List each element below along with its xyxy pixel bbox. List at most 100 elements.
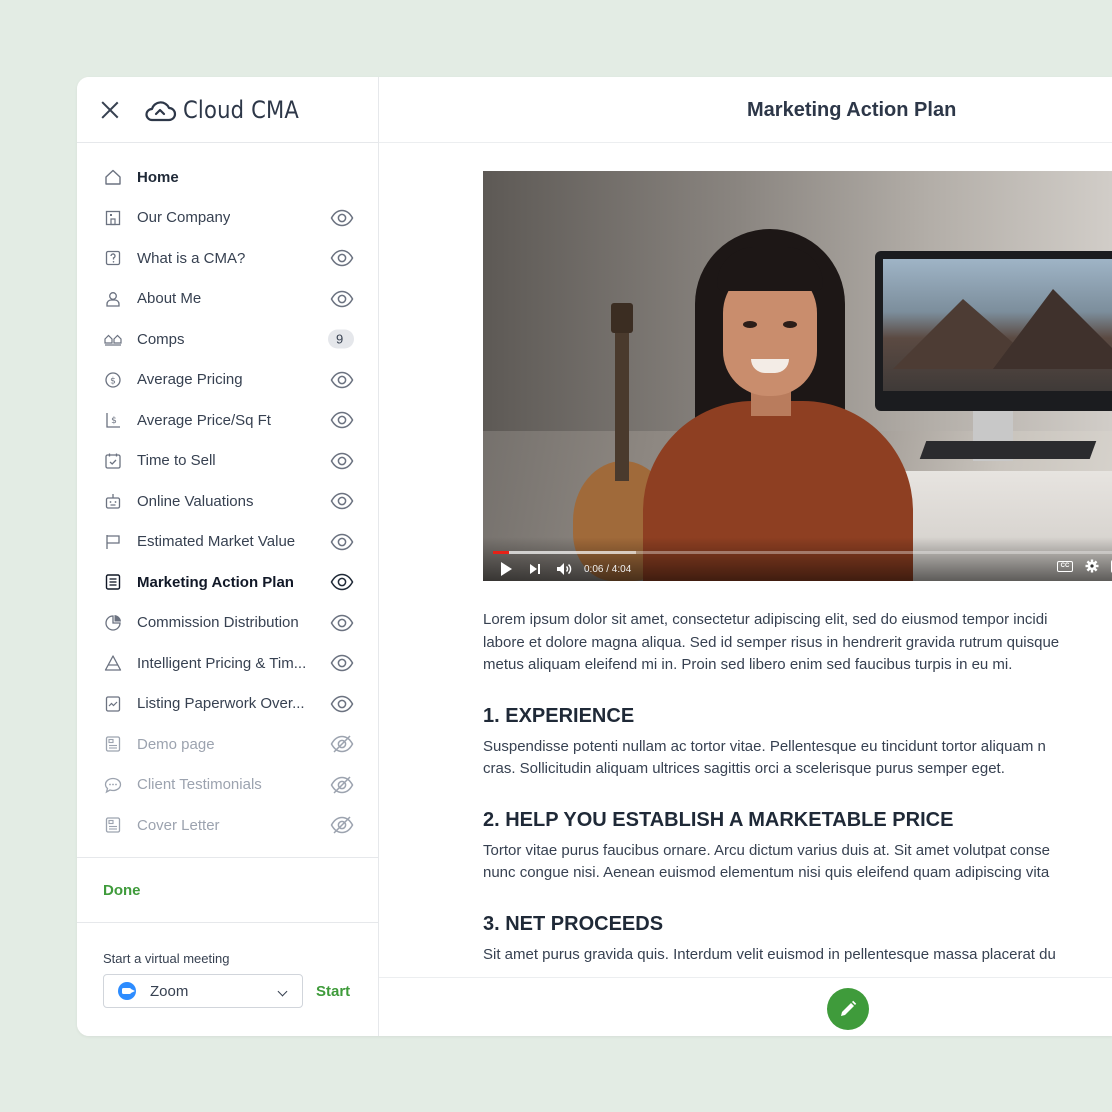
pie-icon [103,613,123,633]
main-footer [379,977,1112,1036]
eye-off-icon[interactable] [330,776,354,794]
sidebar-item-label: Marketing Action Plan [137,573,294,591]
logo: Cloud CMA [143,96,315,124]
edit-button[interactable] [827,988,869,1030]
sidebar-item-label: Client Testimonials [137,776,262,794]
svg-text:$: $ [111,416,117,426]
list-icon [103,572,123,592]
captions-icon[interactable]: CC [1057,560,1073,572]
user-icon [103,289,123,309]
cloud-icon [145,100,177,121]
main-panel: Marketing Action Plan 0:06 / 4:04 CC Lor… [379,77,1112,1036]
zoom-icon [118,982,136,1000]
close-icon[interactable] [99,99,121,121]
volume-icon[interactable] [556,562,572,576]
eye-icon[interactable] [330,654,354,672]
sidebar-item-label: Average Price/Sq Ft [137,411,271,429]
sidebar-item-cover-letter[interactable]: Cover Letter [77,805,378,846]
gear-icon[interactable] [1085,559,1099,573]
virtual-meeting: Start a virtual meeting Zoom Start [103,951,355,1008]
sidebar-item-label: Cover Letter [137,816,220,834]
main-header: Marketing Action Plan [379,77,1112,143]
sidebar-item-our-company[interactable]: Our Company [77,198,378,239]
sidebar-item-demo-page[interactable]: Demo page [77,724,378,765]
triangle-icon [103,653,123,673]
start-meeting-button[interactable]: Start [316,983,350,1000]
sidebar-item-about-me[interactable]: About Me [77,279,378,320]
paragraph-line: cras. Sollicitudin aliquam ultrices sagi… [483,760,1005,777]
video-progress-bar[interactable] [493,551,1112,554]
eye-icon[interactable] [330,371,354,389]
document-icon [103,694,123,714]
eye-off-icon[interactable] [330,735,354,753]
eye-icon[interactable] [330,290,354,308]
page-title: Marketing Action Plan [747,99,957,121]
done-section: Done [77,857,379,923]
meeting-provider-select[interactable]: Zoom [103,974,303,1008]
eye-icon[interactable] [330,209,354,227]
sidebar-item-label: Home [137,168,179,186]
intro-paragraph: Lorem ipsum dolor sit amet, consectetur … [483,609,1112,677]
sidebar-item-listing-paperwork-over[interactable]: Listing Paperwork Over... [77,684,378,725]
sidebar-item-label: Time to Sell [137,452,216,470]
sidebar-item-average-pricing[interactable]: $ Average Pricing [77,360,378,401]
eye-icon[interactable] [330,533,354,551]
sidebar-header: Cloud CMA [77,77,378,143]
article-body: Lorem ipsum dolor sit amet, consectetur … [483,609,1112,966]
eye-icon[interactable] [330,411,354,429]
sidebar-item-label: Estimated Market Value [137,533,296,551]
eye-icon[interactable] [330,614,354,632]
paragraph-line: labore et dolore magna aliqua. Sed id se… [483,633,1060,651]
meeting-row: Zoom Start [103,974,355,1008]
price-sqft-icon: $ [103,410,123,430]
section-heading: 1. EXPERIENCE [483,704,635,727]
sidebar-item-label: Demo page [137,735,215,753]
sidebar-item-what-is-a-cma[interactable]: What is a CMA? [77,238,378,279]
pencil-icon [841,1000,857,1016]
sidebar-item-comps[interactable]: Comps 9 [77,319,378,360]
meeting-label: Start a virtual meeting [103,951,230,966]
video-player[interactable]: 0:06 / 4:04 CC [483,171,1112,581]
paragraph-line: Sit amet purus gravida quis. Interdum ve… [483,945,1056,963]
sidebar-item-average-price-sq-ft[interactable]: $ Average Price/Sq Ft [77,400,378,441]
eye-icon[interactable] [330,452,354,470]
video-time: 0:06 / 4:04 [584,563,632,575]
sidebar-item-estimated-market-value[interactable]: Estimated Market Value [77,522,378,563]
eye-off-icon[interactable] [330,816,354,834]
sidebar-item-client-testimonials[interactable]: Client Testimonials [77,765,378,806]
flag-icon [103,532,123,552]
sidebar-item-label: Online Valuations [137,492,254,510]
video-monitor-scene [875,251,1112,411]
paragraph-line: Tortor vitae purus faucibus ornare. Arcu… [483,841,1050,859]
sidebar-item-label: Listing Paperwork Over... [137,695,305,713]
sidebar-item-commission-distribution[interactable]: Commission Distribution [77,603,378,644]
eye-icon[interactable] [330,573,354,591]
done-button[interactable]: Done [103,882,141,899]
play-icon[interactable] [501,562,512,576]
robot-icon [103,491,123,511]
sidebar-item-intelligent-pricing-tim[interactable]: Intelligent Pricing & Tim... [77,643,378,684]
eye-icon[interactable] [330,249,354,267]
count-badge: 9 [328,329,354,349]
sidebar-item-label: Intelligent Pricing & Tim... [137,654,307,672]
next-icon[interactable] [530,564,540,574]
sidebar-item-online-valuations[interactable]: Online Valuations [77,481,378,522]
app-window: Cloud CMA Home Our Company What is a CMA? A… [77,77,1112,1036]
page-content: 0:06 / 4:04 CC Lorem ipsum dolor sit ame… [483,171,1112,966]
question-icon [103,248,123,268]
paragraph-line: Lorem ipsum dolor sit amet, consectetur … [483,611,1048,628]
chevron-down-icon [277,986,288,997]
sidebar-nav: Home Our Company What is a CMA? About Me Com… [77,143,378,846]
page-icon [103,815,123,835]
app-name: Cloud CMA [183,95,300,124]
page-icon [103,734,123,754]
eye-icon[interactable] [330,492,354,510]
sidebar-item-time-to-sell[interactable]: Time to Sell [77,441,378,482]
sidebar-item-home[interactable]: Home [77,157,378,198]
home-icon [103,167,123,187]
eye-icon[interactable] [330,695,354,713]
sidebar-item-marketing-action-plan[interactable]: Marketing Action Plan [77,562,378,603]
chat-icon [103,775,123,795]
sidebar-item-label: Commission Distribution [137,614,299,632]
sidebar-item-label: Comps [137,330,185,348]
